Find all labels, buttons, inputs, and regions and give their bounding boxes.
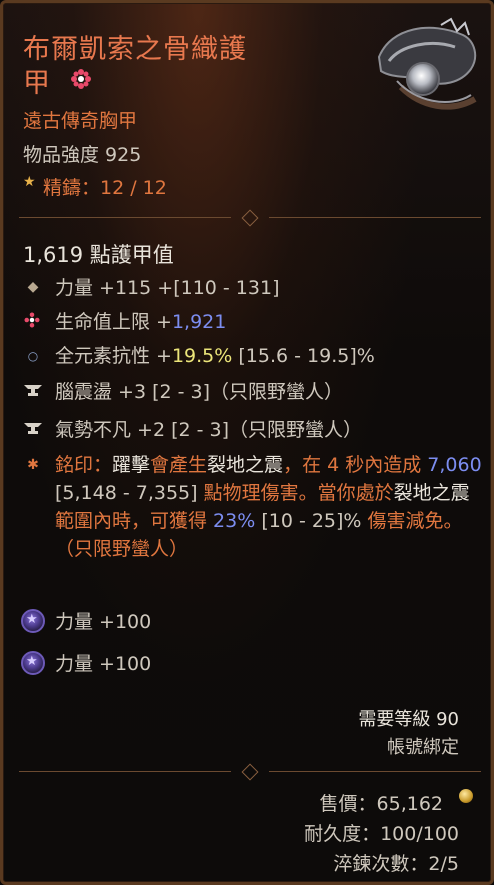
anvil-icon [24, 385, 42, 396]
diamond-bullet-icon: ◆ [27, 279, 39, 295]
affix-resist: 全元素抗性 +19.5% [15.6 - 19.5]% [55, 345, 375, 367]
flower-icon [71, 69, 91, 89]
armor-chest-icon [377, 17, 477, 110]
circle-bullet-icon: ○ [27, 349, 39, 363]
flower-icon [24, 312, 40, 328]
item-tooltip: 布爾凱索之骨織護 甲 遠古傳奇胸甲 物品強度 925 ★ 精鑄：12 / 12 … [0, 0, 494, 885]
gem-strength: 力量 +100 [55, 611, 152, 633]
star-bullet-icon: ✱ [27, 457, 39, 473]
item-title: 布爾凱索之骨織護 [23, 34, 247, 65]
item-title-line2: 甲 [23, 68, 51, 99]
account-bound: 帳號綁定 [387, 737, 459, 758]
gold-coin-icon [459, 789, 473, 803]
level-requirement: 需要等級 90 [358, 709, 459, 730]
armor-value: 1,619 點護甲值 [23, 243, 174, 267]
aspect-text: 銘印：躍擊會產生裂地之震，在 4 秒內造成 7,060 [5,148 - 7,3… [55, 454, 482, 560]
masterwork: 精鑄：12 / 12 [43, 177, 167, 199]
durability: 耐久度：100/100 [304, 823, 459, 845]
affix-strength: 力量 +115 +[110 - 131] [55, 277, 280, 299]
affix-max-life: 生命值上限 +1,921 [55, 311, 227, 333]
anvil-icon [24, 423, 42, 434]
star-icon: ★ [23, 174, 36, 190]
affix-imposing: 氣勢不凡 +2 [2 - 3]（只限野蠻人） [55, 419, 363, 441]
sell-value: 售價：65,162 [319, 793, 443, 815]
affix-concussion: 腦震盪 +3 [2 - 3]（只限野蠻人） [55, 381, 344, 403]
divider [19, 763, 481, 781]
item-power: 物品強度 925 [23, 144, 142, 166]
item-type: 遠古傳奇胸甲 [23, 110, 138, 132]
gem-strength: 力量 +100 [55, 653, 152, 675]
amethyst-gem-icon [21, 609, 45, 633]
amethyst-gem-icon [21, 651, 45, 675]
temper-count: 淬鍊次數：2/5 [333, 853, 459, 875]
divider [19, 209, 481, 227]
